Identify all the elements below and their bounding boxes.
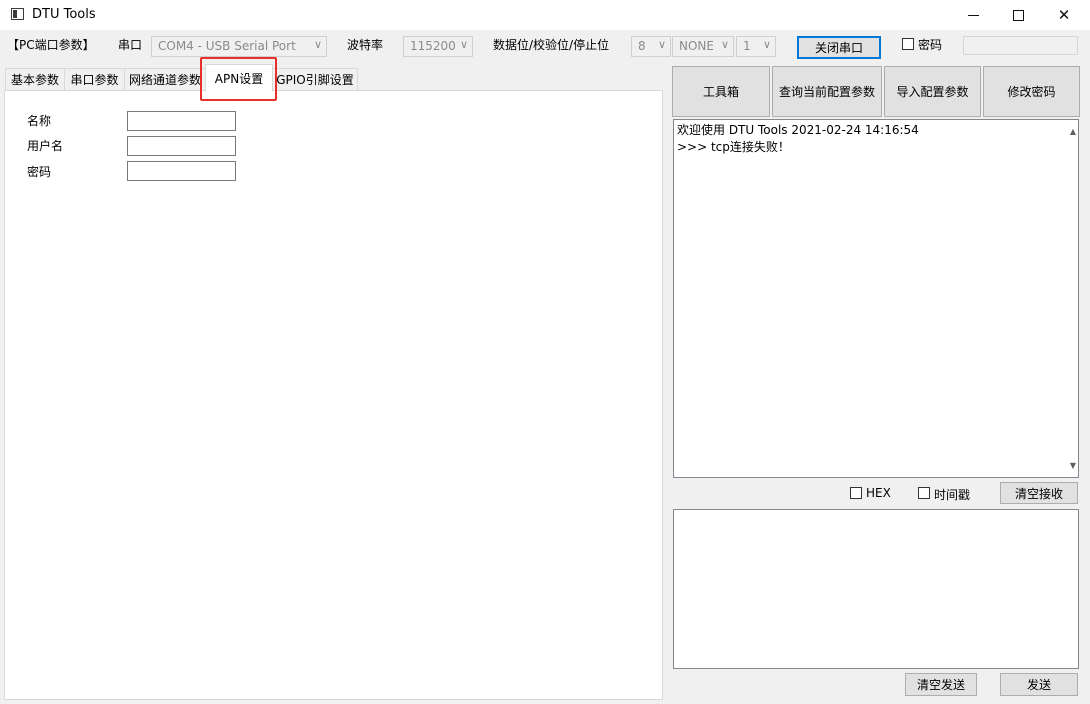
port-select[interactable]: COM4 - USB Serial Port ∨ (151, 36, 327, 57)
highlight-annotation (200, 57, 277, 101)
toolbox-button[interactable]: 工具箱 (672, 66, 770, 117)
change-password-button[interactable]: 修改密码 (983, 66, 1080, 117)
stopbits-select[interactable]: 1 ∨ (736, 36, 776, 57)
password-checkbox[interactable] (902, 38, 914, 50)
parity-select[interactable]: NONE ∨ (672, 36, 734, 57)
log-line: >>> tcp连接失败！ (677, 140, 790, 154)
tab-basic-params[interactable]: 基本参数 (5, 68, 65, 90)
query-config-button[interactable]: 查询当前配置参数 (772, 66, 882, 117)
chevron-down-icon: ∨ (459, 38, 468, 51)
databits-select-value: 8 (638, 39, 646, 53)
hex-label: HEX (866, 486, 891, 500)
password-input[interactable] (963, 36, 1078, 55)
close-button[interactable]: ✕ (1041, 0, 1087, 30)
chevron-down-icon: ∨ (762, 38, 771, 51)
port-select-value: COM4 - USB Serial Port (158, 39, 296, 53)
maximize-button[interactable] (995, 0, 1041, 30)
close-icon: ✕ (1057, 6, 1071, 24)
baud-select[interactable]: 115200 ∨ (403, 36, 473, 57)
app-icon (11, 8, 24, 20)
import-config-button[interactable]: 导入配置参数 (884, 66, 981, 117)
maximize-icon (1012, 9, 1024, 21)
chevron-down-icon: ∨ (657, 38, 666, 51)
scroll-up-icon[interactable]: ▲ (1070, 123, 1076, 140)
hex-checkbox[interactable] (850, 487, 862, 499)
tab-gpio-settings[interactable]: GPIO引脚设置 (272, 68, 358, 90)
apn-password-input[interactable] (127, 161, 236, 181)
close-port-button[interactable]: 关闭串口 (797, 36, 881, 59)
chevron-down-icon: ∨ (313, 38, 322, 51)
apn-password-label: 密码 (27, 165, 52, 179)
apn-name-label: 名称 (27, 114, 52, 128)
log-line: 欢迎使用 DTU Tools 2021-02-24 14:16:54 (677, 123, 919, 137)
parity-select-value: NONE (679, 39, 714, 53)
password-checkbox-label: 密码 (918, 38, 943, 52)
stopbits-select-value: 1 (743, 39, 751, 53)
minimize-icon (967, 14, 979, 16)
baud-select-value: 115200 (410, 39, 456, 53)
clear-receive-button[interactable]: 清空接收 (1000, 482, 1078, 504)
baud-label: 波特率 (347, 38, 384, 52)
apn-name-input[interactable] (127, 111, 236, 131)
receive-log[interactable]: 欢迎使用 DTU Tools 2021-02-24 14:16:54 >>> t… (673, 119, 1079, 478)
databits-select[interactable]: 8 ∨ (631, 36, 671, 57)
title-bar: DTU Tools ✕ (0, 0, 1090, 30)
port-label: 串口 (118, 38, 143, 52)
apn-username-label: 用户名 (27, 139, 64, 153)
window-title: DTU Tools (32, 7, 96, 22)
minimize-button[interactable] (950, 0, 996, 30)
tab-network-channel-params[interactable]: 网络通道参数 (124, 68, 206, 90)
clear-send-button[interactable]: 清空发送 (905, 673, 977, 696)
scroll-down-icon[interactable]: ▼ (1070, 457, 1076, 474)
send-button[interactable]: 发送 (1000, 673, 1078, 696)
format-label: 数据位/校验位/停止位 (493, 38, 610, 52)
chevron-down-icon: ∨ (720, 38, 729, 51)
pc-port-section-label: 【PC端口参数】 (7, 38, 95, 52)
apn-username-input[interactable] (127, 136, 236, 156)
timestamp-checkbox[interactable] (918, 487, 930, 499)
timestamp-label: 时间戳 (934, 488, 971, 502)
tab-serial-params[interactable]: 串口参数 (64, 68, 125, 90)
apn-settings-panel: 名称 用户名 密码 (4, 90, 663, 700)
send-input[interactable] (673, 509, 1079, 669)
